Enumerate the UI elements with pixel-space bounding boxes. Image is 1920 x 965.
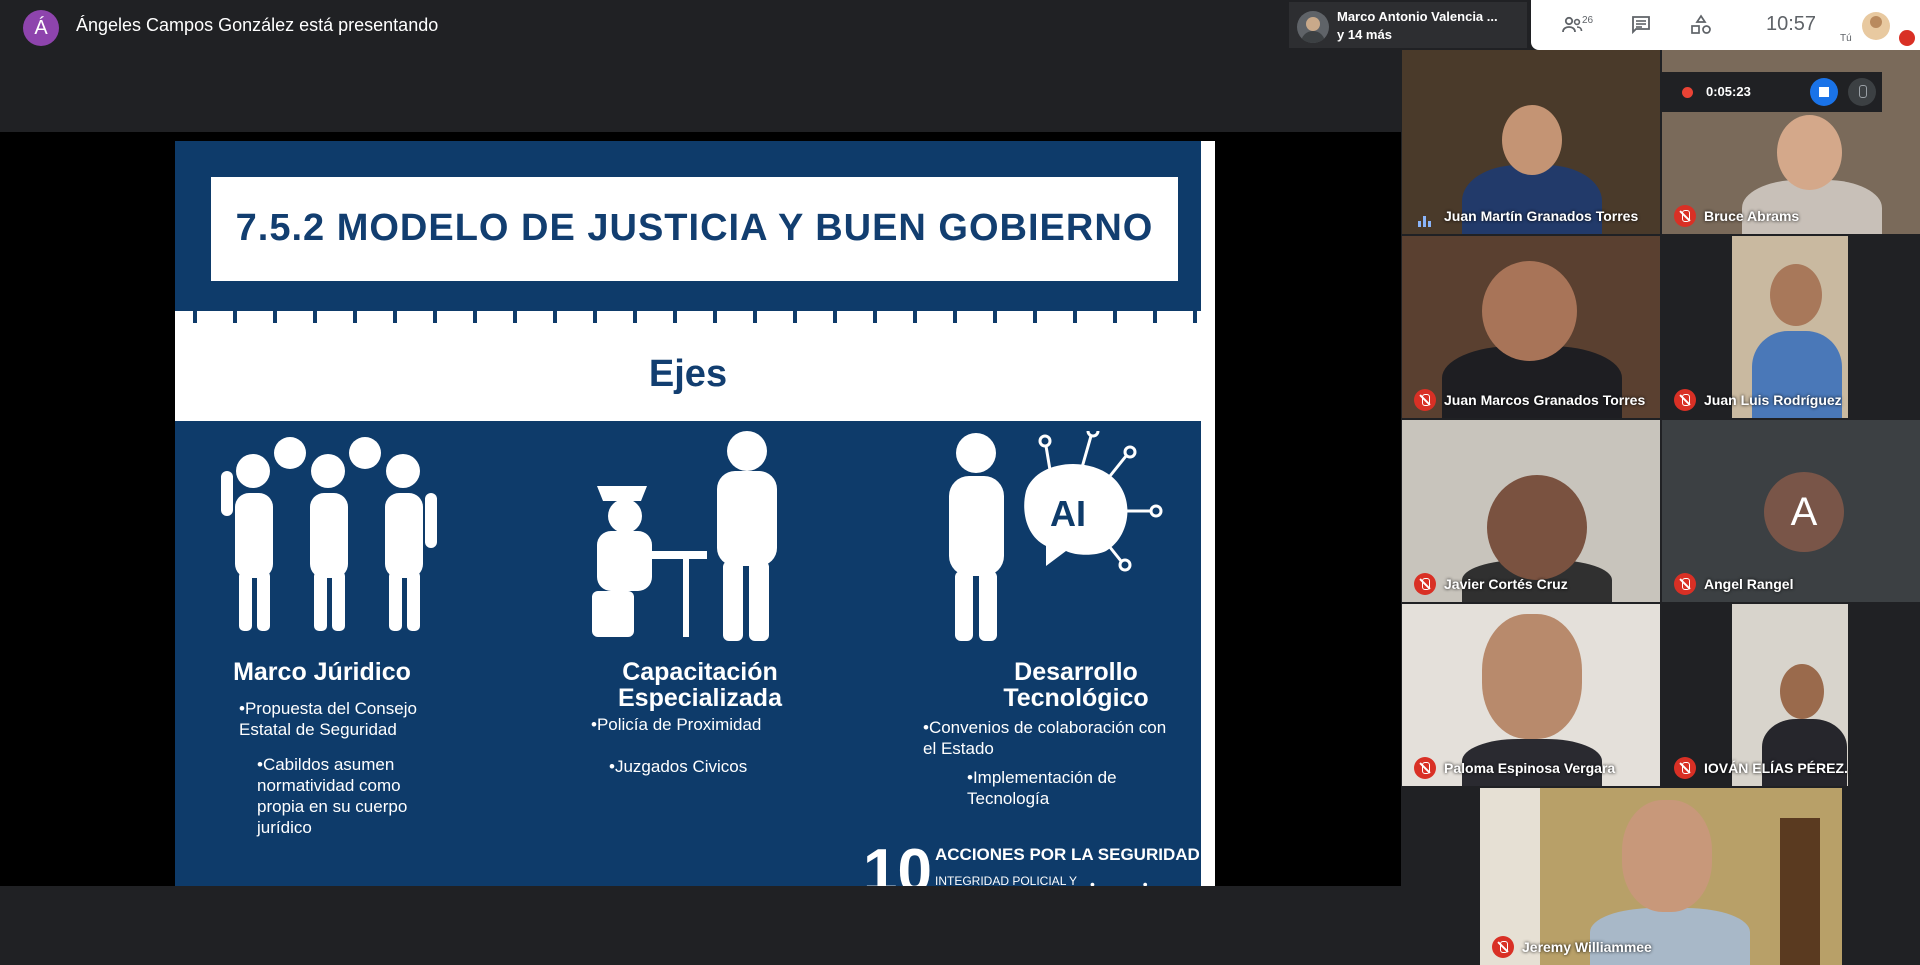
acciones-subtitle: INTEGRIDAD POLICIAL Y <box>935 874 1078 886</box>
bullet-text: •Convenios de colaboración con el Estado <box>923 718 1167 758</box>
bullet-text: •Cabildos asumen normatividad como propi… <box>257 755 408 837</box>
chat-button[interactable] <box>1621 10 1661 40</box>
speaking-indicator-icon <box>1418 209 1434 227</box>
mic-off-icon <box>1899 30 1915 46</box>
recording-bar: 0:05:23 <box>1662 72 1882 112</box>
ai-robot-icon: AI <box>949 431 1163 641</box>
ai-label: AI <box>1050 493 1086 534</box>
clock: 10:57 <box>1766 13 1817 35</box>
bullet-text: •Juzgados Civicos <box>609 757 748 776</box>
mic-off-icon <box>1492 936 1514 958</box>
recording-time: 0:05:23 <box>1706 84 1751 99</box>
top-toolbar: 26 10:57 Tú <box>1531 0 1920 50</box>
police-training-icon <box>592 431 777 641</box>
participant-tile[interactable]: Juan Luis Rodríguez <box>1662 236 1920 418</box>
mic-off-icon <box>1674 205 1696 227</box>
people-group-icon <box>221 437 437 631</box>
participant-name: Jeremy Williammee <box>1522 939 1652 955</box>
participant-tile[interactable]: Javier Cortés Cruz <box>1402 420 1660 602</box>
participant-name: Juan Luis Rodríguez <box>1704 392 1842 408</box>
slide-title: 7.5.2 MODELO DE JUSTICIA Y BUEN GOBIERNO <box>235 207 1154 249</box>
column-heading: Capacitación Especializada <box>618 658 782 712</box>
participant-tile[interactable]: Paloma Espinosa Vergara <box>1402 604 1660 786</box>
people-count: 26 <box>1582 15 1594 26</box>
activities-button[interactable] <box>1681 10 1721 40</box>
mic-off-icon <box>1674 757 1696 779</box>
column-heading: Desarrollo Tecnológico <box>1003 658 1149 712</box>
mic-off-icon <box>1414 389 1436 411</box>
participant-tile[interactable]: Juan Martín Granados Torres <box>1402 50 1660 234</box>
video-feed <box>1780 818 1820 965</box>
participant-tile[interactable]: Jeremy Williammee <box>1480 788 1842 965</box>
recording-icon <box>1682 87 1693 98</box>
presenter-avatar: Á <box>23 10 59 46</box>
stop-recording-button[interactable] <box>1810 78 1838 106</box>
shapes-icon <box>1691 14 1711 34</box>
mic-toggle-button[interactable] <box>1848 78 1876 106</box>
participant-tile[interactable]: A Angel Rangel <box>1662 420 1920 602</box>
people-button[interactable]: 26 <box>1550 10 1594 40</box>
participant-name: Marco Antonio Valencia ... <box>1337 9 1498 24</box>
participant-name: Juan Marcos Granados Torres <box>1444 392 1646 408</box>
participant-name: Angel Rangel <box>1704 576 1794 592</box>
video-person <box>1622 800 1712 912</box>
bullet-text: •Implementación de Tecnología <box>967 768 1117 808</box>
mic-off-icon <box>1674 573 1696 595</box>
participant-tile[interactable]: IOVÁN ELÍAS PÉREZ. <box>1662 604 1920 786</box>
ejes-band: Ejes <box>175 311 1201 421</box>
presentation-slide: 7.5.2 MODELO DE JUSTICIA Y BUEN GOBIERNO… <box>175 141 1215 886</box>
acciones-number: 10 <box>863 837 932 886</box>
mic-off-icon <box>1414 757 1436 779</box>
bullet-text: •Policía de Proximidad <box>591 715 762 734</box>
avatar: A <box>1764 472 1844 552</box>
avatar <box>1297 11 1329 43</box>
slide-dots: • • • • <box>1090 876 1170 886</box>
column-heading: Marco Júridico <box>233 658 411 686</box>
presenting-status: Ángeles Campos González está presentando <box>76 15 439 35</box>
self-label: Tú <box>1840 33 1852 44</box>
video-person <box>1482 614 1582 739</box>
video-person <box>1777 115 1842 190</box>
people-icon <box>1562 16 1583 33</box>
mic-off-icon <box>1674 389 1696 411</box>
video-person <box>1590 908 1750 965</box>
mic-off-icon <box>1414 573 1436 595</box>
video-person <box>1482 261 1577 361</box>
bullet-text: •Propuesta del Consejo Estatal de Seguri… <box>239 699 417 739</box>
participant-name: Juan Martín Granados Torres <box>1444 208 1639 224</box>
self-avatar[interactable] <box>1862 12 1890 40</box>
video-person <box>1770 264 1822 326</box>
slide-title-box: 7.5.2 MODELO DE JUSTICIA Y BUEN GOBIERNO <box>211 177 1178 281</box>
participant-name: Paloma Espinosa Vergara <box>1444 760 1616 776</box>
acciones-title: ACCIONES POR LA SEGURIDAD <box>935 845 1200 864</box>
more-participants-count: y 14 más <box>1337 27 1392 42</box>
participant-name: Bruce Abrams <box>1704 208 1800 224</box>
video-person <box>1502 105 1562 175</box>
slide-subtitle: Ejes <box>648 353 728 395</box>
chat-icon <box>1632 16 1650 35</box>
participant-name: IOVÁN ELÍAS PÉREZ. <box>1704 760 1848 776</box>
video-person <box>1487 475 1587 580</box>
participants-chip[interactable]: Marco Antonio Valencia ... y 14 más <box>1289 2 1527 48</box>
slide-edge <box>1201 141 1215 886</box>
video-person <box>1780 664 1824 719</box>
top-bar: Á Ángeles Campos González está presentan… <box>0 0 1920 50</box>
participant-name: Javier Cortés Cruz <box>1444 576 1568 592</box>
participant-tile[interactable]: Juan Marcos Granados Torres <box>1402 236 1660 418</box>
